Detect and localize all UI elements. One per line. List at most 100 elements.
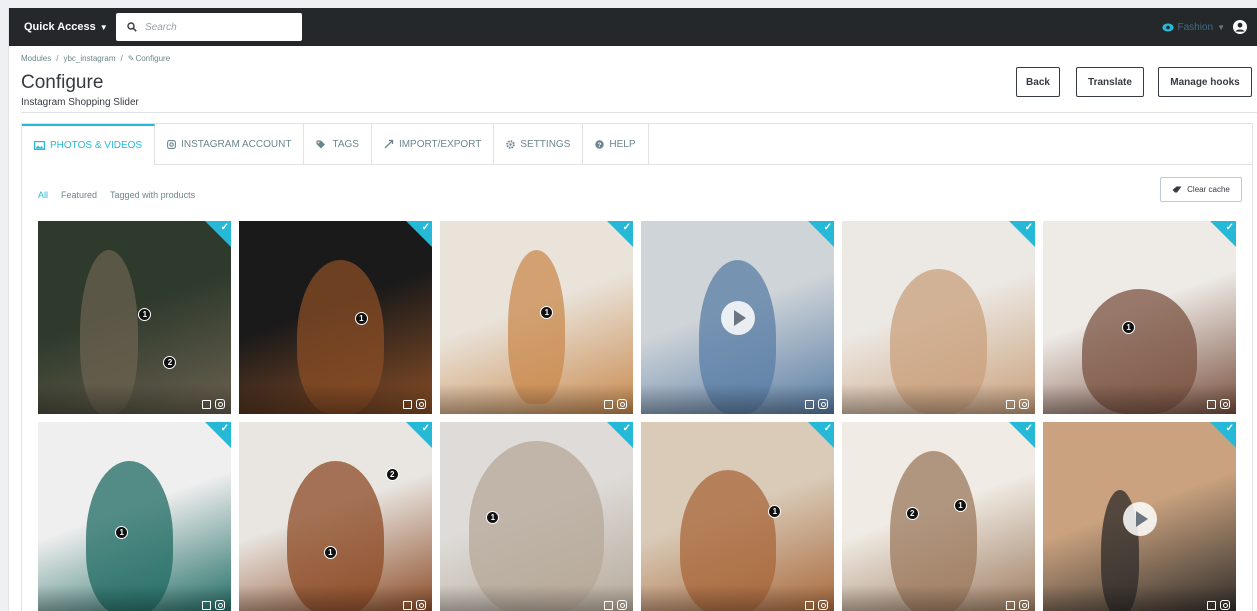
filter-featured[interactable]: Featured: [61, 190, 97, 200]
clear-cache-button[interactable]: Clear cache: [1160, 177, 1242, 202]
breadcrumb: Modules / ybc_instagram / ✎ Configure: [21, 54, 170, 63]
media-tile-video[interactable]: ✓: [641, 221, 834, 414]
square-icon: [805, 600, 814, 610]
page-subtitle: Instagram Shopping Slider: [21, 97, 139, 108]
instagram-icon: [617, 600, 627, 610]
media-tile-photo[interactable]: 1 ✓: [440, 221, 633, 414]
filter-all[interactable]: All: [38, 190, 48, 200]
square-icon: [1006, 600, 1015, 610]
tab-import-export[interactable]: IMPORT/EXPORT: [372, 124, 495, 164]
tab-tags[interactable]: TAGS: [304, 124, 372, 164]
instagram-icon: [818, 399, 828, 409]
check-icon: ✓: [220, 222, 229, 233]
product-tag-pin[interactable]: 1: [138, 307, 152, 321]
tab-photos-videos[interactable]: PHOTOS & VIDEOS: [22, 124, 156, 165]
photo-subject: [507, 249, 566, 405]
tab-label: SETTINGS: [520, 138, 571, 150]
media-tile-photo[interactable]: 1 ✓: [239, 221, 432, 414]
square-icon: [604, 399, 613, 409]
tile-badges: [805, 600, 828, 610]
tab-help[interactable]: ? HELP: [583, 124, 649, 164]
shop-selector[interactable]: Fashion ▼: [1161, 8, 1247, 46]
breadcrumb-module-name[interactable]: ybc_instagram: [63, 54, 115, 63]
instagram-icon: [1019, 399, 1029, 409]
breadcrumb-configure: Configure: [135, 54, 171, 63]
product-tag-pin[interactable]: 2: [905, 506, 919, 520]
tab-label: HELP: [609, 138, 636, 150]
play-icon[interactable]: [1122, 501, 1157, 536]
search-icon: [127, 22, 137, 32]
media-tile-photo[interactable]: 1 ✓: [38, 422, 231, 611]
media-tile-video[interactable]: ✓: [1043, 422, 1236, 611]
product-tag-pin[interactable]: 1: [354, 311, 368, 325]
media-tile-photo[interactable]: 2 1 ✓: [239, 422, 432, 611]
tile-badges: [1006, 399, 1029, 409]
check-icon: ✓: [1225, 222, 1234, 233]
tile-badges: [403, 600, 426, 610]
back-button[interactable]: Back: [1016, 67, 1060, 97]
media-tile-photo[interactable]: 1 ✓: [440, 422, 633, 611]
media-grid: 1 2 ✓ 1 ✓ 1 ✓ ✓ ✓ 1 ✓ 1 ✓ 2 1 ✓ 1 ✓ 1 ✓ 2 1 ✓ ✓: [38, 221, 1236, 611]
product-tag-pin[interactable]: 1: [486, 510, 500, 524]
breadcrumb-separator: /: [56, 54, 59, 63]
tile-badges: [403, 399, 426, 409]
media-tile-photo[interactable]: 1 ✓: [641, 422, 834, 611]
check-icon: ✓: [421, 423, 430, 434]
translate-button[interactable]: Translate: [1076, 67, 1144, 97]
instagram-icon: [167, 139, 177, 149]
tab-instagram-account[interactable]: INSTAGRAM ACCOUNT: [155, 124, 305, 164]
tab-bar: PHOTOS & VIDEOS INSTAGRAM ACCOUNT TAGS I…: [22, 124, 1252, 165]
header-divider: [21, 112, 1257, 113]
breadcrumb-separator: /: [120, 54, 123, 63]
image-icon: [34, 141, 45, 150]
quick-access-menu[interactable]: Quick Access ▼: [24, 21, 108, 33]
instagram-icon: [215, 399, 225, 409]
media-tile-photo[interactable]: 2 1 ✓: [842, 422, 1035, 611]
tile-badges: [202, 399, 225, 409]
square-icon: [1207, 600, 1216, 610]
product-tag-pin[interactable]: 2: [385, 468, 399, 482]
manage-hooks-button[interactable]: Manage hooks: [1158, 67, 1252, 97]
eraser-icon: [1172, 186, 1182, 193]
tile-badges: [1006, 600, 1029, 610]
square-icon: [202, 600, 211, 610]
shop-name: Fashion: [1177, 21, 1214, 33]
square-icon: [403, 399, 412, 409]
gear-icon: [506, 139, 516, 149]
play-icon[interactable]: [720, 300, 755, 335]
eye-icon: [1161, 23, 1174, 31]
quick-access-label: Quick Access: [24, 21, 96, 33]
instagram-icon: [416, 600, 426, 610]
square-icon: [403, 600, 412, 610]
check-icon: ✓: [220, 423, 229, 434]
tile-badges: [604, 399, 627, 409]
square-icon: [202, 399, 211, 409]
media-tile-photo[interactable]: ✓: [842, 221, 1035, 414]
filter-tagged-with-products[interactable]: Tagged with products: [110, 190, 195, 200]
product-tag-pin[interactable]: 1: [768, 504, 782, 518]
user-avatar-icon[interactable]: [1233, 20, 1247, 34]
media-tile-photo[interactable]: 1 ✓: [1043, 221, 1236, 414]
search-input[interactable]: [145, 21, 285, 33]
instagram-icon: [416, 399, 426, 409]
tab-settings[interactable]: SETTINGS: [494, 124, 584, 164]
product-tag-pin[interactable]: 1: [323, 545, 337, 559]
instagram-icon: [617, 399, 627, 409]
check-icon: ✓: [823, 423, 832, 434]
square-icon: [805, 399, 814, 409]
instagram-icon: [1220, 399, 1230, 409]
tab-label: PHOTOS & VIDEOS: [50, 140, 143, 151]
breadcrumb-modules[interactable]: Modules: [21, 54, 51, 63]
instagram-icon: [1019, 600, 1029, 610]
tab-label: INSTAGRAM ACCOUNT: [181, 138, 292, 150]
clear-cache-label: Clear cache: [1187, 185, 1230, 194]
product-tag-pin[interactable]: 2: [163, 356, 177, 370]
media-tile-photo[interactable]: 1 2 ✓: [38, 221, 231, 414]
instagram-icon: [215, 600, 225, 610]
instagram-icon: [1220, 600, 1230, 610]
transfer-icon: [384, 139, 394, 149]
check-icon: ✓: [1024, 423, 1033, 434]
tab-label: TAGS: [332, 138, 359, 150]
tile-badges: [1207, 600, 1230, 610]
top-navbar: Quick Access ▼ Fashion ▼: [9, 8, 1257, 46]
